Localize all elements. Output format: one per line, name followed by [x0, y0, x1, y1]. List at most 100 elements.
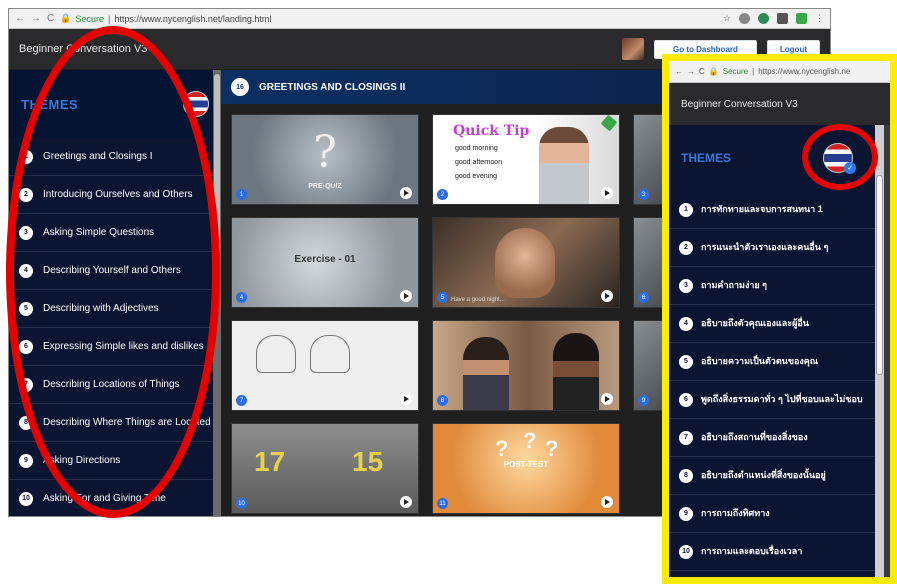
- theme-number-badge: 7: [679, 430, 693, 445]
- mobile-theme-item-2[interactable]: 2 การแนะนำตัวเราเองและคนอื่น ๆ: [669, 229, 881, 267]
- mobile-theme-item-5[interactable]: 5 อธิบายความเป็นตัวตนของคุณ: [669, 343, 881, 381]
- theme-label: Describing with Adjectives: [43, 303, 159, 314]
- question-mark-icon: ?: [523, 428, 537, 453]
- themes-heading: THEMES: [21, 96, 79, 112]
- theme-item-5[interactable]: 5 Describing with Adjectives: [9, 290, 221, 328]
- lesson-tile-drawing[interactable]: 7: [231, 320, 419, 411]
- app-title: Beginner Conversation V3: [19, 43, 148, 55]
- extension-icon[interactable]: [777, 13, 788, 24]
- theme-number-badge: 2: [679, 240, 693, 255]
- theme-number-badge: 2: [19, 187, 33, 202]
- tile-number-badge: 5: [437, 292, 448, 303]
- browser-toolbar: ← → C 🔒 Secure | https://www.nycenglish.…: [9, 9, 830, 29]
- theme-item-6[interactable]: 6 Expressing Simple likes and dislikes: [9, 328, 221, 366]
- screenshot-stage: ← → C 🔒 Secure | https://www.nycenglish.…: [0, 0, 897, 584]
- theme-label: อธิบายถึงตำแหน่งที่สิ่งของนั้นอยู่: [701, 470, 826, 480]
- lesson-tile-partial[interactable]: 3: [633, 114, 663, 205]
- url-text[interactable]: https://www.nycenglish.net/landing.html: [114, 14, 271, 24]
- question-mark-icon: ?: [545, 436, 559, 461]
- url-text[interactable]: https://www.nycenglish.ne: [758, 67, 850, 76]
- lesson-tile-pre-quiz[interactable]: ? PRE-QUIZ 1: [231, 114, 419, 205]
- user-avatar[interactable]: [622, 38, 644, 60]
- theme-item-1[interactable]: 1 Greetings and Closings I: [9, 138, 221, 176]
- theme-label: อธิบายความเป็นตัวตนของคุณ: [701, 356, 819, 366]
- sidebar-scroll-thumb[interactable]: [214, 74, 220, 254]
- theme-number-badge: 8: [19, 415, 33, 430]
- presenter-image: [495, 228, 555, 298]
- mobile-themes-heading: THEMES: [681, 151, 732, 165]
- thai-flag-icon[interactable]: ✓: [823, 143, 856, 174]
- theme-number-badge: 1: [19, 149, 33, 164]
- extension-icon[interactable]: [739, 13, 750, 24]
- mobile-theme-item-8[interactable]: 8 อธิบายถึงตำแหน่งที่สิ่งของนั้นอยู่: [669, 457, 881, 495]
- play-icon[interactable]: [400, 393, 412, 405]
- reload-icon[interactable]: C: [47, 13, 54, 24]
- bookmark-star-icon[interactable]: ☆: [723, 13, 731, 24]
- mobile-theme-item-1[interactable]: 1 การทักทายและจบการสนทนา 1: [669, 191, 881, 229]
- mobile-sidebar-scrollbar[interactable]: [875, 125, 884, 577]
- extension-icon[interactable]: [758, 13, 769, 24]
- thai-flag-icon[interactable]: [183, 91, 209, 117]
- play-icon[interactable]: [400, 187, 412, 199]
- lesson-tile-partial[interactable]: 9: [633, 320, 663, 411]
- play-icon[interactable]: [400, 496, 412, 508]
- theme-number-badge: 8: [679, 468, 693, 483]
- extension-icon[interactable]: [796, 13, 807, 24]
- hand-drawing-image: [256, 335, 296, 373]
- theme-item-8[interactable]: 8 Describing Where Things are Located: [9, 404, 221, 442]
- forward-arrow-icon[interactable]: →: [687, 67, 695, 76]
- secure-label: Secure: [75, 13, 104, 24]
- forward-arrow-icon[interactable]: →: [31, 13, 41, 24]
- mobile-theme-item-10[interactable]: 10 การถามและตอบเรื่องเวลา: [669, 533, 881, 571]
- lesson-tile-exercise[interactable]: Exercise - 01 4: [231, 217, 419, 308]
- theme-label: Introducing Ourselves and Others: [43, 189, 193, 200]
- lesson-tile-quick-tip[interactable]: Quick Tip good morning good afternoon go…: [432, 114, 620, 205]
- play-icon[interactable]: [601, 187, 613, 199]
- mobile-theme-item-7[interactable]: 7 อธิบายถึงสถานที่ของสิ่งของ: [669, 419, 881, 457]
- theme-item-3[interactable]: 3 Asking Simple Questions: [9, 214, 221, 252]
- tile-number-badge: 9: [638, 395, 649, 406]
- mobile-app-title: Beginner Conversation V3: [681, 98, 798, 110]
- theme-item-10[interactable]: 10 Asking For and Giving Time: [9, 480, 221, 516]
- theme-number-badge: 5: [19, 301, 33, 316]
- theme-item-2[interactable]: 2 Introducing Ourselves and Others: [9, 176, 221, 214]
- theme-number-badge: 9: [19, 453, 33, 468]
- play-icon[interactable]: [400, 290, 412, 302]
- tip-line: good evening: [455, 173, 498, 180]
- theme-item-7[interactable]: 7 Describing Locations of Things: [9, 366, 221, 404]
- sidebar-scrollbar[interactable]: [213, 70, 221, 516]
- quick-tip-title: Quick Tip: [453, 123, 530, 139]
- lesson-tile-score[interactable]: 17 15 10: [231, 423, 419, 514]
- play-icon[interactable]: [601, 393, 613, 405]
- back-arrow-icon[interactable]: ←: [675, 67, 683, 76]
- theme-number-badge: 3: [19, 225, 33, 240]
- person-image: [463, 337, 509, 410]
- play-icon[interactable]: [601, 290, 613, 302]
- theme-item-4[interactable]: 4 Describing Yourself and Others: [9, 252, 221, 290]
- play-icon[interactable]: [601, 496, 613, 508]
- checkmark-icon: ✓: [844, 162, 856, 174]
- tile-number-badge: 4: [236, 292, 247, 303]
- lesson-tile-conversation[interactable]: 8: [432, 320, 620, 411]
- tip-line: good afternoon: [455, 159, 503, 166]
- theme-number-badge: 6: [679, 392, 693, 407]
- mobile-theme-item-4[interactable]: 4 อธิบายถึงตัวคุณเองและผู้อื่น: [669, 305, 881, 343]
- mobile-browser-window: ← → C 🔒 Secure | https://www.nycenglish.…: [662, 54, 897, 584]
- reload-icon[interactable]: C: [699, 67, 705, 76]
- mobile-theme-item-9[interactable]: 9 การถามถึงทิศทาง: [669, 495, 881, 533]
- lesson-tile-partial[interactable]: 6: [633, 217, 663, 308]
- lesson-tile-video[interactable]: Have a good night... 5: [432, 217, 620, 308]
- address-bar[interactable]: 🔒 Secure | https://www.nycenglish.net/la…: [60, 13, 271, 24]
- theme-label: การแนะนำตัวเราเองและคนอื่น ๆ: [701, 242, 829, 252]
- theme-label: อธิบายถึงสถานที่ของสิ่งของ: [701, 432, 808, 442]
- theme-item-9[interactable]: 9 Asking Directions: [9, 442, 221, 480]
- mobile-scroll-thumb[interactable]: [876, 175, 883, 375]
- question-mark-icon: ?: [313, 127, 337, 178]
- lesson-tile-post-test[interactable]: ? ? ? POST-TEST 11: [432, 423, 620, 514]
- back-arrow-icon[interactable]: ←: [15, 13, 25, 24]
- mobile-theme-item-3[interactable]: 3 ถามคำถามง่าย ๆ: [669, 267, 881, 305]
- tile-number-badge: 10: [236, 498, 247, 509]
- menu-kebab-icon[interactable]: ⋮: [815, 13, 824, 24]
- mobile-theme-item-6[interactable]: 6 พูดถึงสิ่งธรรมดาทั่ว ๆ ไปที่ชอบและไม่ชอ…: [669, 381, 881, 419]
- tile-number-badge: 7: [236, 395, 247, 406]
